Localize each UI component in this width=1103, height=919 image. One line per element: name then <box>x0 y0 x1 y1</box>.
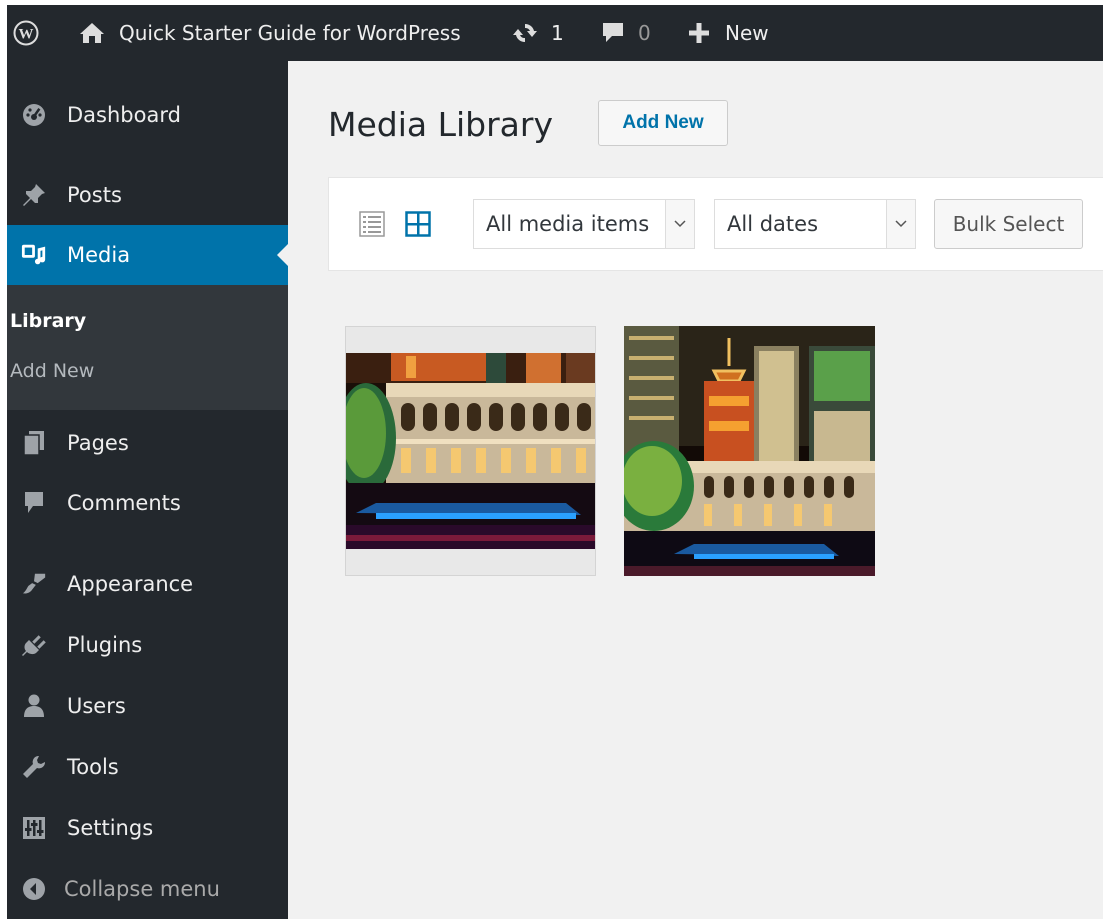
collapse-menu-button[interactable]: Collapse menu <box>7 859 288 919</box>
home-icon <box>80 23 104 43</box>
updates-count: 1 <box>551 21 564 45</box>
submenu-item-library[interactable]: Library <box>7 310 288 340</box>
submenu-item-add-new[interactable]: Add New <box>7 360 288 390</box>
media-type-selected: All media items <box>486 212 650 236</box>
page-title: Media Library <box>328 105 553 144</box>
grid-view-button[interactable] <box>405 211 431 237</box>
pages-icon <box>21 430 47 456</box>
site-name: Quick Starter Guide for WordPress <box>119 21 461 45</box>
svg-text:W: W <box>19 27 34 43</box>
sidebar-label-comments: Comments <box>67 491 181 515</box>
sidebar-item-appearance[interactable]: Appearance <box>7 554 288 614</box>
brush-icon <box>21 571 47 597</box>
media-toolbar: All media items All dates Bulk Select <box>328 177 1103 271</box>
main-content: Media Library Add New All media items Al… <box>288 61 1103 919</box>
sidebar-item-posts[interactable]: Posts <box>7 165 288 225</box>
admin-sidebar: Dashboard Posts Media Library Add New Pa… <box>7 61 288 919</box>
sidebar-label-tools: Tools <box>67 755 119 779</box>
sidebar-item-dashboard[interactable]: Dashboard <box>7 85 288 145</box>
user-icon <box>21 693 47 719</box>
list-view-icon <box>359 211 385 237</box>
sidebar-label-pages: Pages <box>67 431 129 455</box>
media-thumbnail[interactable] <box>345 326 596 576</box>
sidebar-item-pages[interactable]: Pages <box>7 413 288 473</box>
sidebar-item-settings[interactable]: Settings <box>7 798 288 858</box>
grid-view-icon <box>405 211 431 237</box>
comments-count: 0 <box>638 21 651 45</box>
comments-link[interactable]: 0 <box>600 5 651 61</box>
media-thumbnail[interactable] <box>614 326 875 576</box>
chevron-down-icon <box>665 200 694 248</box>
thumbnail-image <box>346 353 595 549</box>
sidebar-label-appearance: Appearance <box>67 572 194 596</box>
list-view-button[interactable] <box>359 211 385 237</box>
sidebar-item-plugins[interactable]: Plugins <box>7 615 288 675</box>
dashboard-icon <box>21 102 47 128</box>
comment-icon <box>21 490 47 516</box>
active-menu-arrow <box>277 244 288 266</box>
updates-link[interactable]: 1 <box>511 5 564 61</box>
wordpress-logo-button[interactable]: W <box>13 5 39 61</box>
comment-icon <box>603 23 623 42</box>
sidebar-item-tools[interactable]: Tools <box>7 737 288 797</box>
collapse-menu-label: Collapse menu <box>64 877 220 901</box>
plugin-icon <box>21 632 47 658</box>
new-label: New <box>725 21 769 45</box>
sidebar-item-comments[interactable]: Comments <box>7 473 288 533</box>
admin-bar: W Quick Starter Guide for WordPress 1 0 … <box>7 5 1103 61</box>
media-icon <box>21 242 47 268</box>
sidebar-label-plugins: Plugins <box>67 633 143 657</box>
bulk-select-button[interactable]: Bulk Select <box>934 199 1083 249</box>
sidebar-label-users: Users <box>67 694 126 718</box>
wrench-icon <box>21 754 47 780</box>
sidebar-label-media: Media <box>67 243 131 267</box>
settings-icon <box>21 815 47 841</box>
sidebar-item-media[interactable]: Media <box>7 225 288 285</box>
sidebar-label-dashboard: Dashboard <box>67 103 181 127</box>
sidebar-label-settings: Settings <box>67 816 154 840</box>
submenu-label-add-new: Add New <box>10 360 95 382</box>
sidebar-label-posts: Posts <box>67 183 122 207</box>
date-filter-selected: All dates <box>727 212 819 236</box>
add-new-button[interactable]: Add New <box>598 100 728 146</box>
submenu-label-library: Library <box>10 310 87 332</box>
collapse-icon <box>21 876 47 902</box>
media-type-select[interactable]: All media items <box>473 199 695 249</box>
date-filter-select[interactable]: All dates <box>714 199 916 249</box>
new-content-link[interactable]: New <box>687 5 769 61</box>
updates-icon <box>513 23 537 43</box>
plus-icon <box>689 23 709 43</box>
chevron-down-icon <box>886 200 915 248</box>
wordpress-logo-icon: W <box>13 20 39 46</box>
pin-icon <box>21 182 47 208</box>
site-name-link[interactable]: Quick Starter Guide for WordPress <box>79 5 461 61</box>
sidebar-item-users[interactable]: Users <box>7 676 288 736</box>
media-submenu: Library Add New <box>7 285 288 410</box>
thumbnail-image <box>614 326 875 576</box>
